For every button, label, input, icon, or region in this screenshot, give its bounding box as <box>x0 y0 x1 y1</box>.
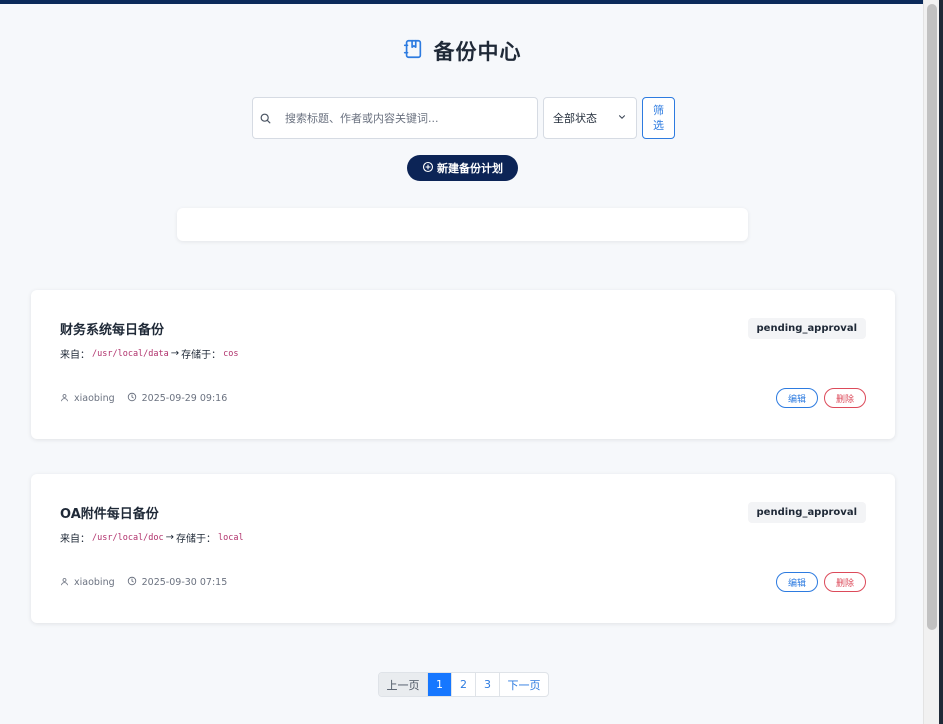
filter-button[interactable]: 筛选 <box>642 97 675 139</box>
page-2-button[interactable]: 2 <box>452 673 476 696</box>
page-1-button[interactable]: 1 <box>428 673 452 696</box>
card-meta: xiaobing 2025-09-29 09:16 <box>60 392 233 405</box>
storage-target: local <box>218 532 244 543</box>
timestamp: 2025-09-29 09:16 <box>141 393 228 404</box>
status-select-value: 全部状态 <box>553 112 597 125</box>
card-title: OA附件每日备份 <box>60 507 159 522</box>
from-label: 来自： <box>60 534 90 545</box>
chevron-down-icon <box>617 112 627 125</box>
card-actions: 编辑 删除 <box>776 572 866 592</box>
delete-button[interactable]: 删除 <box>824 572 866 592</box>
status-badge: pending_approval <box>747 502 866 523</box>
page-viewport: 备份中心 全部状态 筛选 新建备份计划 <box>0 0 923 724</box>
edit-button[interactable]: 编辑 <box>776 572 818 592</box>
search-input[interactable] <box>277 98 525 138</box>
notebook-icon <box>402 38 424 64</box>
card-title: 财务系统每日备份 <box>60 323 165 338</box>
backup-card: OA附件每日备份 pending_approval 来自： /usr/local… <box>31 474 895 623</box>
background-window-edge <box>939 0 943 724</box>
stored-in-label: 存储于： <box>176 534 217 545</box>
edit-button[interactable]: 编辑 <box>776 388 818 408</box>
card-source: 来自： /usr/local/doc → 存储于： local <box>60 530 246 545</box>
user-icon <box>60 577 69 589</box>
filter-button-label: 筛选 <box>653 104 664 132</box>
plus-circle-icon <box>422 161 434 176</box>
arrow-icon: → <box>165 532 175 543</box>
scrollbar-thumb[interactable] <box>927 4 937 630</box>
from-label: 来自： <box>60 350 90 361</box>
timestamp: 2025-09-30 07:15 <box>141 577 228 588</box>
search-icon <box>253 98 277 138</box>
user-icon <box>60 393 69 405</box>
storage-target: cos <box>223 348 239 359</box>
page-title: 备份中心 <box>433 40 522 64</box>
new-backup-plan-label: 新建备份计划 <box>437 162 503 175</box>
backup-card: 财务系统每日备份 pending_approval 来自： /usr/local… <box>31 290 895 439</box>
page-3-button[interactable]: 3 <box>476 673 500 696</box>
card-actions: 编辑 删除 <box>776 388 866 408</box>
status-badge: pending_approval <box>747 318 866 339</box>
author-name: xiaobing <box>74 577 115 588</box>
new-backup-plan-button[interactable]: 新建备份计划 <box>407 155 518 181</box>
card-meta: xiaobing 2025-09-30 07:15 <box>60 576 233 589</box>
card-source: 来自： /usr/local/data → 存储于： cos <box>60 346 241 361</box>
vertical-scrollbar[interactable] <box>923 0 939 724</box>
status-select[interactable]: 全部状态 <box>543 97 637 139</box>
delete-button[interactable]: 删除 <box>824 388 866 408</box>
clock-icon <box>127 392 137 405</box>
pagination: 上一页 1 2 3 下一页 <box>378 672 549 697</box>
empty-panel <box>177 208 748 241</box>
page-next-button[interactable]: 下一页 <box>500 673 548 696</box>
source-path: /usr/local/data <box>92 348 169 359</box>
author-name: xiaobing <box>74 393 115 404</box>
stored-in-label: 存储于： <box>181 350 222 361</box>
clock-icon <box>127 576 137 589</box>
source-path: /usr/local/doc <box>92 532 164 543</box>
search-box[interactable] <box>252 97 538 139</box>
page-prev-button[interactable]: 上一页 <box>379 673 428 696</box>
page-header: 备份中心 <box>0 36 923 66</box>
arrow-icon: → <box>170 348 180 359</box>
